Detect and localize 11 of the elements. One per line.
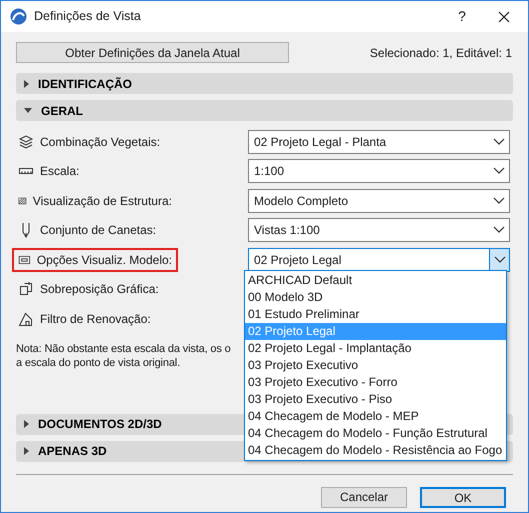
selection-info: Selecionado: 1, Editável: 1 xyxy=(370,44,512,62)
field-label: Opções Visualiz. Modelo: xyxy=(36,252,172,269)
window-title: Definições de Vista xyxy=(34,8,141,26)
field-label: Conjunto de Canetas: xyxy=(40,222,156,240)
field-label: Combinação Vegetais: xyxy=(40,134,160,151)
field-label: Sobreposição Gráfica: xyxy=(40,281,159,298)
note-text: a escala do ponto de vista original. xyxy=(16,356,180,370)
field-label: Filtro de Renovação: xyxy=(40,310,151,328)
field-label: Escala: xyxy=(40,163,80,180)
note-text: Nota: Não obstante esta escala da vista, os o xyxy=(16,342,231,356)
field-label: Visualização de Estrutura: xyxy=(32,192,172,210)
